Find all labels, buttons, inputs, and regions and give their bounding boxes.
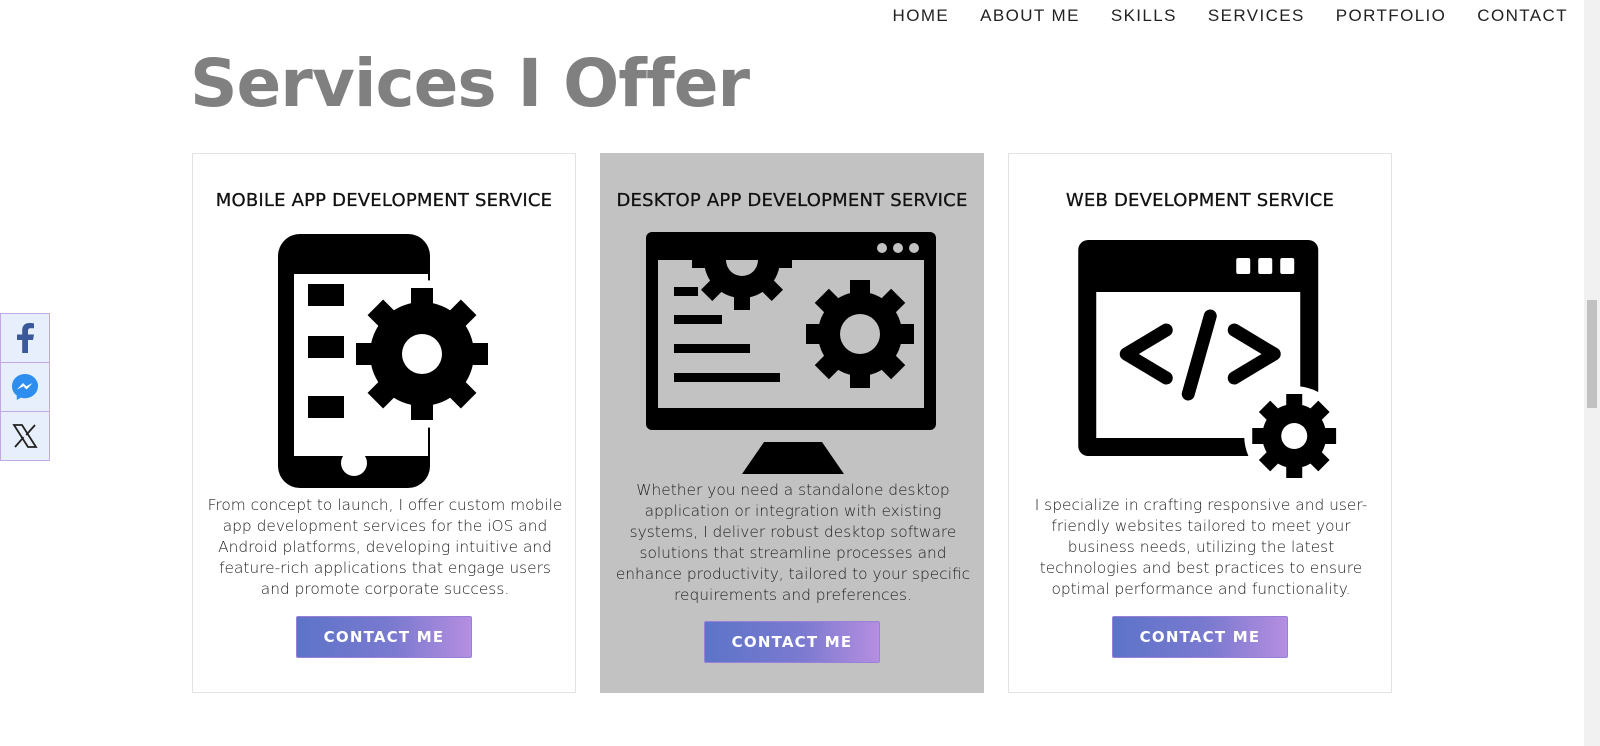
service-card-web: WEB DEVELOPMENT SERVICE I specialize in … — [1008, 153, 1392, 693]
x-share-button[interactable] — [0, 411, 50, 461]
contact-me-button[interactable]: CONTACT ME — [296, 616, 472, 658]
nav-services[interactable]: SERVICES — [1208, 6, 1305, 26]
nav-contact[interactable]: CONTACT — [1477, 6, 1568, 26]
nav-about-me[interactable]: ABOUT ME — [980, 6, 1080, 26]
service-card-desktop: DESKTOP APP DEVELOPMENT SERVICE Whether … — [600, 153, 984, 693]
messenger-icon — [12, 374, 38, 400]
service-title: DESKTOP APP DEVELOPMENT SERVICE — [616, 190, 968, 211]
nav-portfolio[interactable]: PORTFOLIO — [1336, 6, 1447, 26]
service-title: MOBILE APP DEVELOPMENT SERVICE — [215, 190, 553, 211]
page-scrollbar[interactable] — [1584, 0, 1600, 746]
nav-skills[interactable]: SKILLS — [1111, 6, 1177, 26]
desktop-gear-icon — [646, 232, 938, 474]
service-description: I specialize in crafting responsive and … — [1034, 496, 1368, 598]
nav-home[interactable]: HOME — [893, 6, 950, 26]
social-share-bar — [0, 313, 50, 461]
service-title: WEB DEVELOPMENT SERVICE — [1065, 190, 1335, 211]
mobile-gear-icon — [274, 232, 496, 490]
contact-me-button[interactable]: CONTACT ME — [704, 621, 880, 663]
page-title: Services I Offer — [190, 45, 750, 122]
messenger-share-button[interactable] — [0, 362, 50, 412]
facebook-share-button[interactable] — [0, 313, 50, 363]
top-nav: HOME ABOUT ME SKILLS SERVICES PORTFOLIO … — [862, 6, 1568, 26]
service-card-mobile: MOBILE APP DEVELOPMENT SERVICE From conc… — [192, 153, 576, 693]
x-icon — [12, 424, 38, 448]
scrollbar-thumb[interactable] — [1587, 300, 1597, 408]
web-code-gear-icon — [1074, 240, 1345, 486]
contact-me-button[interactable]: CONTACT ME — [1112, 616, 1288, 658]
service-description: Whether you need a standalone desktop ap… — [615, 481, 971, 604]
facebook-icon — [17, 323, 34, 353]
service-description: From concept to launch, I offer custom m… — [207, 496, 563, 598]
